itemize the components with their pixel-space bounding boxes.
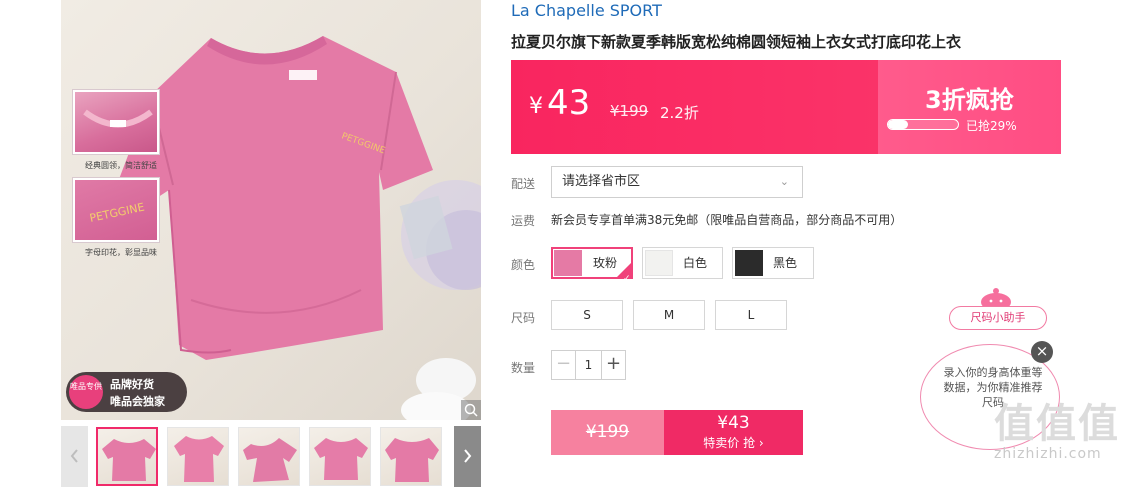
detail-caption-print: 字母印花，彰显品味 xyxy=(85,248,157,257)
thumb-prev-button[interactable] xyxy=(61,426,88,487)
color-swatch-image xyxy=(735,250,763,276)
color-option-rose[interactable]: 玫粉 ✓ xyxy=(551,247,633,284)
flash-sale-label: 3折疯抢 xyxy=(925,86,1014,114)
product-page: PETGGINE 经典圆领，简洁舒适 PETGGINE 字母印花，彰显品味 唯品… xyxy=(0,0,1142,487)
color-swatch-image xyxy=(554,250,582,276)
chevron-right-icon xyxy=(464,449,472,463)
thumbnail-shirt xyxy=(385,438,439,482)
exclusive-badge: 唯品专供 品牌好货 唯品会独家 xyxy=(66,372,187,412)
quantity-stepper: − 1 + xyxy=(551,350,626,380)
region-select-value: 请选择省市区 xyxy=(562,174,641,189)
watermark-glyphs: 值值值 xyxy=(994,401,1120,447)
watermark-text: zhizhizhi.com xyxy=(994,446,1102,462)
quantity-input[interactable]: 1 xyxy=(576,351,601,379)
buy-price: ¥43 xyxy=(717,413,750,433)
watermark: 值值值 zhizhizhi.com xyxy=(994,402,1134,462)
sold-progress-fill xyxy=(888,120,909,129)
badge-line2: 唯品会独家 xyxy=(110,395,165,408)
region-select[interactable]: 请选择省市区 ⌄ xyxy=(551,166,803,198)
color-option-white[interactable]: 白色 xyxy=(642,247,723,279)
svg-text:PETGGINE: PETGGINE xyxy=(88,201,145,225)
shipping-label: 运费 xyxy=(511,214,536,228)
brand-link[interactable]: La Chapelle SPORT xyxy=(511,1,662,20)
quantity-increase-button[interactable]: + xyxy=(601,351,625,379)
size-label: 尺码 xyxy=(511,311,536,325)
magnifier-icon xyxy=(464,403,478,417)
thumbnail[interactable] xyxy=(309,427,371,486)
color-label: 颜色 xyxy=(511,258,536,272)
size-helper-button[interactable]: 尺码小助手 xyxy=(949,306,1047,330)
buy-button[interactable]: ¥199 ¥43 特卖价 抢 › xyxy=(551,410,803,455)
sold-progress-bar xyxy=(887,119,959,130)
color-option-label: 黑色 xyxy=(773,256,798,270)
flash-sale-panel: 3折疯抢 已抢29% xyxy=(878,60,1061,154)
thumb-next-button[interactable] xyxy=(454,426,481,487)
thumbnail-shirt xyxy=(174,436,224,482)
zoom-icon[interactable] xyxy=(461,400,481,420)
delivery-label: 配送 xyxy=(511,177,536,191)
color-swatch-image xyxy=(645,250,673,276)
chevron-left-icon xyxy=(70,449,78,463)
quantity-decrease-button[interactable]: − xyxy=(552,351,576,379)
buy-original-price: ¥199 xyxy=(551,410,664,455)
quantity-label: 数量 xyxy=(511,361,536,375)
buy-action-label: 特卖价 抢 › xyxy=(703,436,764,450)
thumbnail[interactable] xyxy=(96,427,158,486)
currency-symbol: ¥ xyxy=(529,94,543,119)
color-option-black[interactable]: 黑色 xyxy=(732,247,814,279)
selected-check-icon: ✓ xyxy=(616,262,632,284)
badge-circle: 唯品专供 xyxy=(69,375,103,409)
thumbnail-shirt xyxy=(102,439,156,481)
price-banner: ¥ 43 ¥199 2.2折 3折疯抢 已抢29% xyxy=(511,60,1061,154)
size-option-m[interactable]: M xyxy=(633,300,705,330)
shipping-info: 新会员专享首单满38元免邮（限唯品自营商品，部分商品不可用） xyxy=(551,213,903,227)
color-option-label: 玫粉 xyxy=(593,256,618,270)
thumbnail-shirt xyxy=(314,438,368,480)
print-detail-graphic: PETGGINE xyxy=(88,201,145,225)
original-price: ¥199 xyxy=(610,102,649,120)
chevron-down-icon: ⌄ xyxy=(779,175,789,188)
color-option-label: 白色 xyxy=(683,256,708,270)
main-product-image[interactable]: PETGGINE 经典圆领，简洁舒适 PETGGINE 字母印花，彰显品味 唯品… xyxy=(61,0,481,420)
discount-rate: 2.2折 xyxy=(660,104,699,122)
close-icon[interactable]: × xyxy=(1031,341,1053,363)
detail-image-print[interactable]: PETGGINE xyxy=(73,178,159,242)
thumbnail-shirt xyxy=(243,438,297,482)
detail-caption-collar: 经典圆领，简洁舒适 xyxy=(85,161,157,170)
size-option-s[interactable]: S xyxy=(551,300,623,330)
buy-now-area[interactable]: ¥43 特卖价 抢 › xyxy=(664,410,803,455)
detail-image-collar[interactable] xyxy=(73,90,159,154)
sold-progress-text: 已抢29% xyxy=(966,119,1017,133)
thumbnail-strip xyxy=(61,426,481,487)
thumbnail[interactable] xyxy=(238,427,300,486)
size-option-l[interactable]: L xyxy=(715,300,787,330)
badge-line1: 品牌好货 xyxy=(110,378,154,391)
collar-detail-graphic xyxy=(83,109,153,128)
product-title: 拉夏贝尔旗下新款夏季韩版宽松纯棉圆领短袖上衣女式打底印花上衣 xyxy=(511,33,962,51)
thumbnail[interactable] xyxy=(167,427,229,486)
thumbnail[interactable] xyxy=(380,427,442,486)
current-price: 43 xyxy=(547,83,591,123)
